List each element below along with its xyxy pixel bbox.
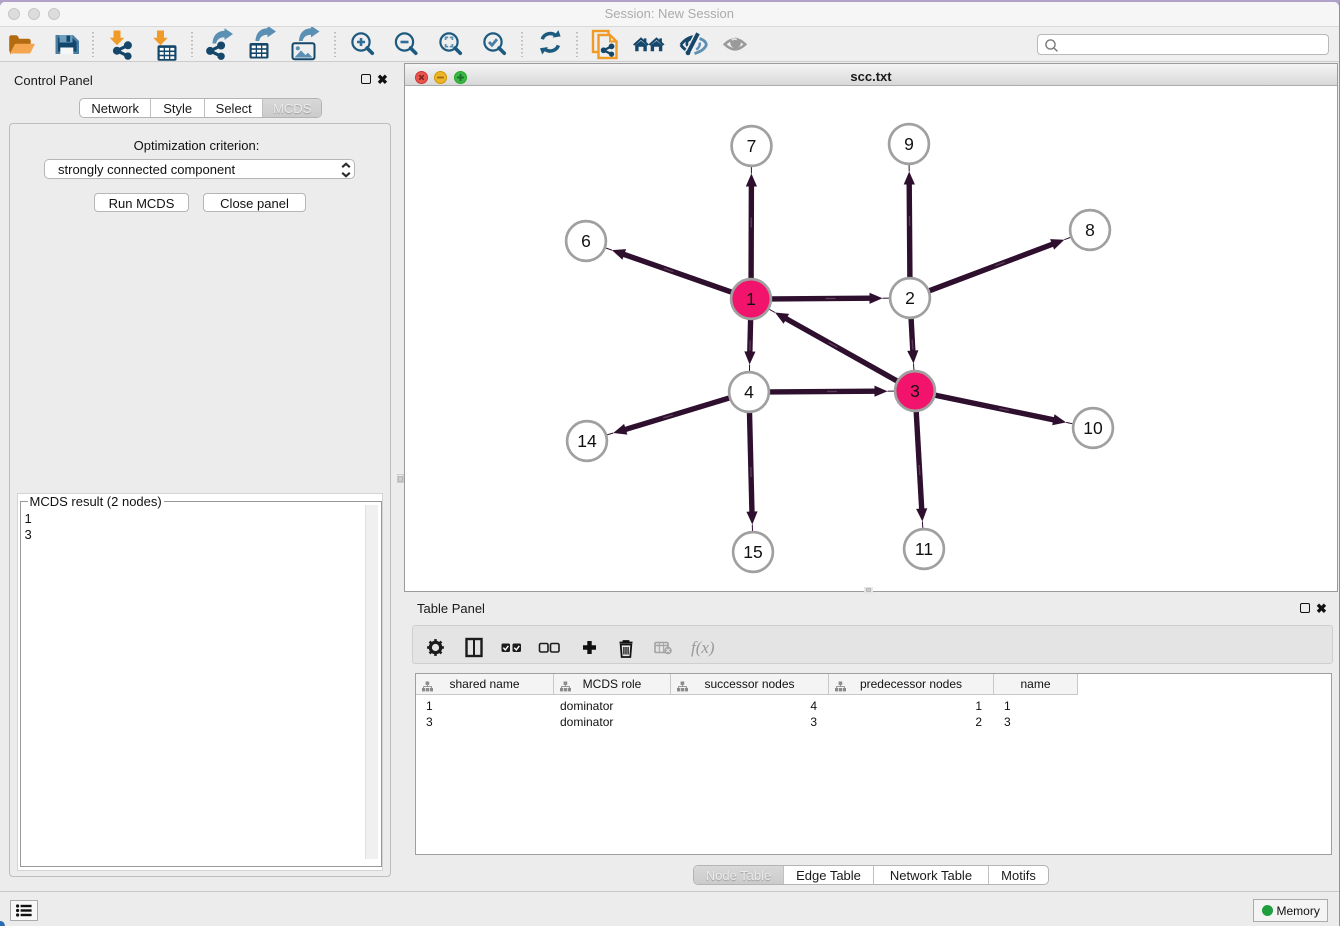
svg-text:f(x): f(x) (691, 638, 715, 657)
svg-text:14: 14 (577, 431, 597, 451)
svg-text:1: 1 (746, 289, 756, 309)
svg-text:7: 7 (747, 136, 757, 156)
svg-text:8: 8 (1085, 220, 1095, 240)
svg-text:6: 6 (581, 231, 591, 251)
svg-text:10: 10 (1083, 418, 1103, 438)
svg-text:11: 11 (915, 539, 933, 559)
svg-text:9: 9 (904, 134, 914, 154)
svg-text:3: 3 (910, 381, 920, 401)
svg-text:2: 2 (905, 288, 915, 308)
svg-text:4: 4 (744, 382, 754, 402)
svg-text:15: 15 (743, 542, 762, 562)
